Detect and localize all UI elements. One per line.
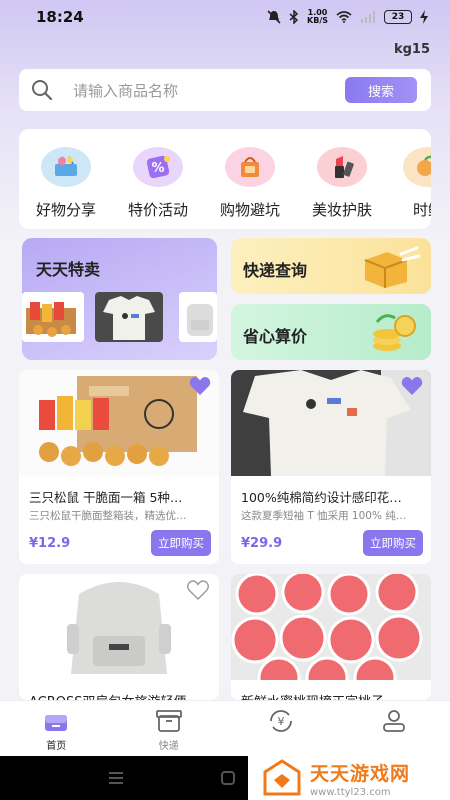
watermark-url: www.ttyl23.com [310,786,391,798]
watermark-title: 天天游戏网 [310,762,411,785]
shopping-bag-icon [225,147,275,187]
product-card-3[interactable]: ACROSS双肩包女旅游轻便… [19,574,219,700]
nav-item-express[interactable]: 快递 [113,701,226,756]
wifi-icon [336,11,352,23]
bottom-navigation: 首页 快递 ¥ [0,700,450,756]
category-item-sale[interactable]: % 特价活动 [115,147,201,220]
product-title: 100%纯棉简约设计感印花… [241,490,402,505]
battery-indicator: 23 [384,10,412,24]
signal-icon [361,11,375,23]
search-bar[interactable]: 请输入商品名称 搜索 [19,69,431,111]
save-money-title: 省心算价 [243,327,308,346]
percent-tag-icon: % [133,147,183,187]
category-item-beauty[interactable]: 美妆护肤 [299,147,385,220]
package-icon [155,710,182,732]
buy-now-button[interactable]: 立即购买 [151,530,211,556]
favorite-icon[interactable] [187,580,209,600]
network-speed: 1.00 KB/S [307,8,328,25]
save-money-tile[interactable]: 省心算价 [231,304,431,360]
home-square-icon[interactable] [220,770,236,786]
product-title: 三只松鼠 干脆面一箱 5种… [29,490,183,505]
mute-icon [267,10,281,24]
favorite-icon[interactable] [189,376,211,396]
lipstick-icon [317,147,367,187]
search-icon [32,80,53,101]
snack-thumbnail[interactable] [22,292,84,342]
product-price: ¥12.9 [29,536,71,551]
product-card-2[interactable]: 100%纯棉简约设计感印花… 这款夏季短袖 T 恤采用 100% 纯… ¥29.… [231,370,431,564]
product-title: 新鲜水蜜桃现摘正宗桃子… [241,691,423,700]
user-name[interactable]: kg15 [394,42,430,57]
status-time: 18:24 [36,8,84,26]
product-price: ¥29.9 [241,536,283,551]
svg-text:¥: ¥ [278,715,285,728]
status-bar: 18:24 1.00 KB/S 23 [0,0,450,34]
tshirt-thumbnail[interactable] [95,292,163,342]
product-description: 三只松鼠干脆面整箱装，精选优… [29,510,187,522]
backpack-thumbnail[interactable] [179,292,217,342]
price-compare-icon: ¥ [270,710,293,732]
category-item-fresh[interactable]: 时鲜 [385,147,431,220]
product-image-peaches [231,574,431,680]
watermark: 天天游戏网 www.ttyl23.com [248,756,450,800]
express-query-tile[interactable]: 快递查询 [231,238,431,294]
nav-item-price[interactable]: ¥ [225,701,338,756]
category-item-share[interactable]: 好物分享 [23,147,109,220]
product-description: 这款夏季短袖 T 恤采用 100% 纯… [241,510,407,522]
nav-item-home[interactable]: 首页 [0,701,113,756]
home-icon [45,715,68,731]
search-button[interactable]: 搜索 [345,77,417,103]
product-card-1[interactable]: 三只松鼠 干脆面一箱 5种… 三只松鼠干脆面整箱装，精选优… ¥12.9 立即购… [19,370,219,564]
profile-icon [382,710,405,732]
nav-item-profile[interactable] [338,701,450,756]
daily-sale-tile[interactable]: 天天特卖 [22,238,217,360]
category-panel: 好物分享 % 特价活动 购物避坑 美妆护肤 时鲜 [19,129,431,229]
svg-text:%: % [151,161,164,176]
favorite-icon[interactable] [401,376,423,396]
delivery-box-icon [364,246,421,288]
shopping-basket-icon [41,147,91,187]
express-query-title: 快递查询 [243,261,308,280]
watermark-logo [263,759,301,796]
coin-stack-icon [373,314,416,351]
daily-sale-title: 天天特卖 [36,260,101,279]
product-card-4[interactable]: 新鲜水蜜桃现摘正宗桃子… [231,574,431,700]
charging-icon [420,10,428,24]
fresh-food-icon [403,147,431,187]
status-icons: 1.00 KB/S 23 [267,9,428,25]
category-item-avoid[interactable]: 购物避坑 [207,147,293,220]
menu-icon[interactable] [108,771,124,785]
bluetooth-icon [289,10,299,24]
search-input[interactable]: 请输入商品名称 [73,80,345,101]
product-title: ACROSS双肩包女旅游轻便… [29,691,211,700]
buy-now-button[interactable]: 立即购买 [363,530,423,556]
